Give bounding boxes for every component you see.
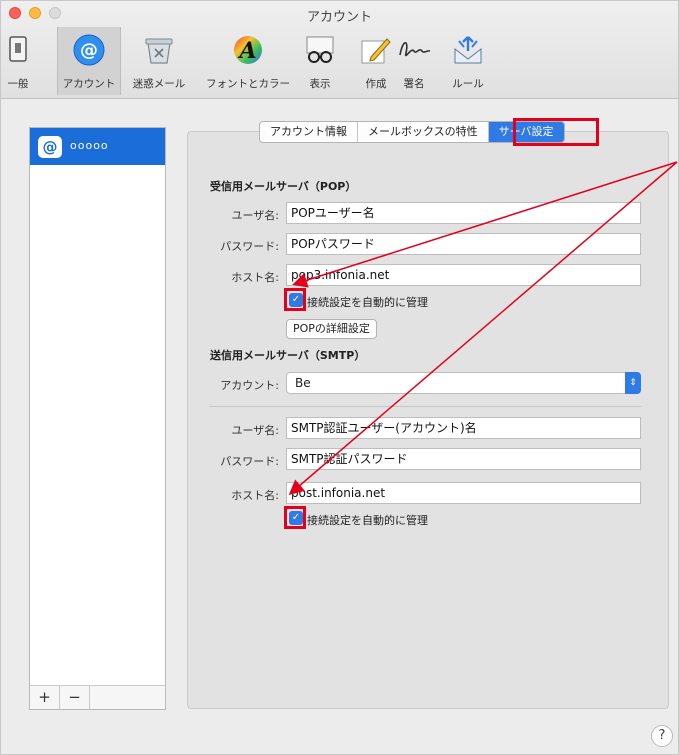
pop-advanced-settings-button[interactable]: POPの詳細設定 [286,319,377,339]
toolbar-general[interactable]: 一般 [3,27,33,95]
toolbar-label: 作成 [365,78,387,90]
toolbar-composing[interactable]: 作成 [359,27,393,95]
add-account-button[interactable]: + [30,686,60,709]
incoming-username-field[interactable]: POPユーザー名 [286,202,641,224]
outgoing-account-label: アカウント: [220,379,279,392]
outgoing-server-title: 送信用メールサーバ（SMTP） [210,349,366,362]
toolbar-junk-mail[interactable]: 迷惑メール [123,27,195,95]
mail-preferences-window: アカウント 一般 @ アカウント 迷惑メール A フォントとカラー 表示 作成 … [0,0,679,755]
annotation-highlight-server-tab [513,118,599,146]
glasses-icon [306,36,334,63]
at-icon: @ [38,136,62,158]
outgoing-user-label: ユーザ名: [231,424,280,437]
remove-account-button[interactable]: − [60,686,90,709]
account-list: @ ooooo + − [29,127,166,710]
incoming-user-label: ユーザ名: [231,209,280,222]
incoming-password-field[interactable]: POPパスワード [286,233,641,255]
pencil-icon [361,38,391,64]
signature-icon [399,41,431,57]
toolbar-label: フォントとカラー [206,78,290,90]
outgoing-host-field[interactable]: post.infonia.net [286,482,641,504]
at-icon: @ [73,34,105,66]
tab-mailbox-behaviors[interactable]: メールボックスの特性 [358,122,489,142]
outgoing-auto-manage-label: 接続設定を自動的に管理 [307,514,428,527]
outgoing-password-field[interactable]: SMTP認証パスワード [286,448,641,470]
incoming-auto-manage-label: 接続設定を自動的に管理 [307,296,428,309]
annotation-highlight-incoming-checkbox [284,288,306,311]
account-name: ooooo [70,139,109,152]
title-bar: アカウント 一般 @ アカウント 迷惑メール A フォントとカラー 表示 作成 … [1,1,678,99]
incoming-password-label: パスワード: [220,240,279,253]
section-divider [209,406,641,407]
tab-account-info[interactable]: アカウント情報 [260,122,358,142]
toolbar-label: 表示 [309,78,331,90]
smtp-account-value: Be [295,376,311,390]
account-list-controls: + − [30,685,165,709]
outgoing-password-label: パスワード: [220,455,279,468]
incoming-host-field[interactable]: pop3.infonia.net [286,264,641,286]
window-title: アカウント [306,10,372,25]
chevron-updown-icon: ⇕ [625,372,641,394]
annotation-highlight-outgoing-checkbox [284,506,306,529]
account-list-item[interactable]: @ ooooo [30,128,165,165]
junk-icon [145,38,173,64]
smtp-account-select[interactable]: Be ⇕ [286,372,641,394]
svg-text:@: @ [80,40,98,61]
incoming-host-label: ホスト名: [231,271,279,284]
toolbar-signatures[interactable]: 署名 [397,27,431,95]
toolbar-rules[interactable]: ルール [448,27,488,95]
toolbar-accounts[interactable]: @ アカウント [57,27,121,95]
toolbar-label: 署名 [403,78,425,90]
toolbar-viewing[interactable]: 表示 [303,27,337,95]
rules-icon [454,36,482,64]
outgoing-username-field[interactable]: SMTP認証ユーザー(アカウント)名 [286,417,641,439]
toolbar-label: アカウント [62,78,116,90]
switch-icon [9,36,27,62]
toolbar-label: ルール [452,78,484,90]
toolbar-label: 迷惑メール [132,78,186,90]
outgoing-host-label: ホスト名: [231,489,279,502]
toolbar-label: 一般 [7,78,29,90]
svg-text:A: A [237,38,256,64]
toolbar-fonts-colors[interactable]: A フォントとカラー [198,27,298,95]
fonts-icon: A [234,36,262,64]
help-button[interactable]: ? [651,725,673,747]
incoming-server-title: 受信用メールサーバ（POP） [210,180,357,193]
